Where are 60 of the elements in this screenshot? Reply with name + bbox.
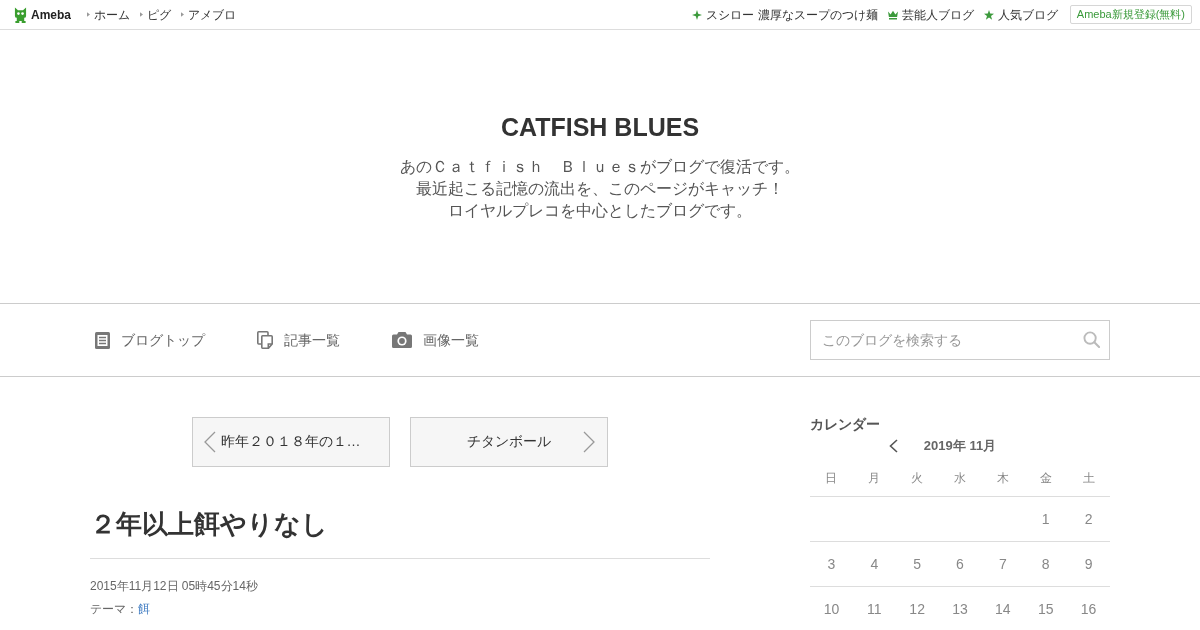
blog-description: あのＣａｔｆｉｓｈ Ｂｌｕｅｓがブログで復活です。 最近起こる記憶の流出を、このページがキャッチ！ ロイヤルプレコを中心としたブログです。 <box>400 157 800 221</box>
calendar-day: 5 <box>913 555 922 573</box>
weekday-label: 金 <box>1039 470 1052 486</box>
previous-article-button[interactable]: 昨年２０１８年の１… <box>192 417 390 467</box>
header-link[interactable]: 人気ブログ <box>983 6 1058 23</box>
calendar-day: 4 <box>870 555 879 573</box>
theme-label: テーマ： <box>90 601 138 618</box>
calendar-day: 15 <box>1037 600 1054 618</box>
calendar-day: 2 <box>1084 510 1093 528</box>
weekday-label: 土 <box>1082 470 1095 486</box>
weekday-label: 日 <box>825 470 838 486</box>
weekday-label: 木 <box>996 470 1009 486</box>
triangle-icon <box>87 12 90 17</box>
crown-icon <box>887 9 898 20</box>
weekday-label: 火 <box>911 470 924 486</box>
sparkle-icon <box>692 9 703 20</box>
article-title[interactable]: ２年以上餌やりなし <box>90 506 710 558</box>
calendar-day: 14 <box>995 600 1011 618</box>
triangle-icon <box>140 12 143 17</box>
blog-nav-link[interactable]: 記事一覧 <box>257 330 340 350</box>
triangle-icon <box>181 12 184 17</box>
previous-month-button[interactable] <box>888 439 898 453</box>
calendar-day: 12 <box>909 600 925 618</box>
pages-icon <box>257 331 273 349</box>
chevron-left-icon <box>888 439 898 453</box>
calendar-day: 3 <box>827 555 836 573</box>
search-field[interactable]: このブログを検索する <box>810 320 1110 360</box>
calendar-day: 9 <box>1084 555 1093 573</box>
nav-link[interactable]: アメブロ <box>181 6 236 23</box>
weekday-label: 水 <box>954 470 966 486</box>
blog-nav-link[interactable]: ブログトップ <box>95 330 205 350</box>
blog-nav-link[interactable]: 画像一覧 <box>392 330 479 350</box>
search-icon <box>1083 331 1100 348</box>
article-date: 2015年11月12日 05時45分14秒 <box>90 578 259 595</box>
header-link[interactable]: 芸能人ブログ <box>887 6 974 23</box>
calendar-day: 16 <box>1080 600 1097 618</box>
calendar-day: 13 <box>952 600 968 618</box>
calendar-month: 2019年 11月 <box>923 437 997 455</box>
weekday-label: 月 <box>868 470 881 486</box>
calendar-day: 7 <box>998 555 1007 573</box>
nav-link[interactable]: ピグ <box>140 6 171 23</box>
calendar-day: 10 <box>823 600 840 618</box>
chevron-left-icon <box>203 431 216 453</box>
document-icon <box>95 331 110 349</box>
calendar-heading: カレンダー <box>810 415 881 434</box>
calendar-day: 11 <box>867 600 882 618</box>
blog-title[interactable]: CATFISH BLUES <box>500 112 700 142</box>
calendar-day: 6 <box>956 555 964 573</box>
chevron-right-icon <box>583 431 596 453</box>
calendar-day: 1 <box>1041 510 1050 528</box>
calendar-day: 8 <box>1041 555 1050 573</box>
logo-link[interactable]: Ameba <box>14 6 71 23</box>
next-article-button[interactable]: チタンボール <box>410 417 608 467</box>
theme-link[interactable]: 餌 <box>138 600 150 618</box>
header-link[interactable]: スシロー 濃厚なスープのつけ麺 <box>692 6 878 23</box>
nav-link[interactable]: ホーム <box>87 6 130 23</box>
camera-icon <box>392 332 412 348</box>
signup-button[interactable]: Ameba新規登録(無料) <box>1069 5 1192 24</box>
mascot-icon <box>14 6 27 23</box>
star-icon <box>983 9 994 20</box>
